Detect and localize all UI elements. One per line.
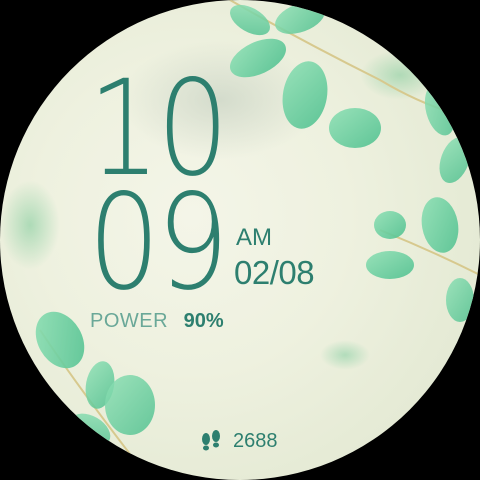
steps-value: 2688 xyxy=(233,429,278,452)
footsteps-icon xyxy=(202,430,220,451)
watch-face: 10 09 AM 02/08 POWER 90% 2688 xyxy=(0,0,480,480)
power-value: 90% xyxy=(183,310,224,332)
clock-meridiem: AM xyxy=(236,224,272,251)
battery-indicator: POWER 90% xyxy=(90,310,224,333)
power-label: POWER xyxy=(90,310,169,332)
clock-minute: 09 xyxy=(88,166,229,320)
step-counter: 2688 xyxy=(198,428,278,454)
date-display: 02/08 xyxy=(234,254,315,291)
